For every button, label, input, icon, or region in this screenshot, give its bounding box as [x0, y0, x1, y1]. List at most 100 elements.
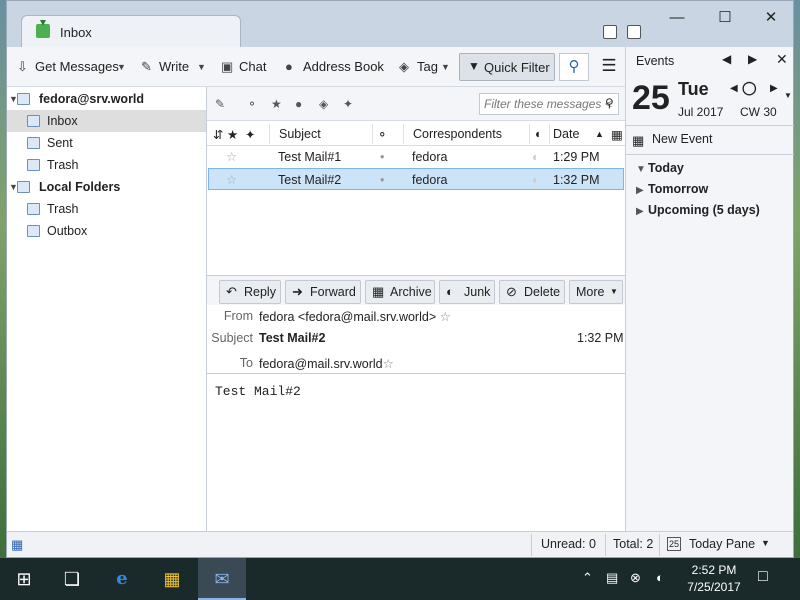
chevron-down-icon[interactable]: ▼ [784, 91, 792, 100]
message-row[interactable]: ☆ Test Mail#2 • fedora ◐ 1:32 PM [208, 168, 624, 190]
previous-icon[interactable]: ◀ [722, 52, 731, 66]
show-hidden-icons[interactable]: ⌃ [582, 570, 593, 586]
folder-outbox[interactable]: Outbox [7, 220, 206, 242]
filter-messages-input[interactable]: Filter these messages < [479, 93, 619, 115]
star-icon[interactable]: ☆ [383, 357, 394, 371]
funnel-icon: ▼ [468, 59, 480, 73]
more-label: More [576, 285, 605, 299]
network-icon[interactable]: ▤ [606, 570, 618, 586]
outbox-icon [27, 225, 40, 237]
clock[interactable]: 2:52 PM 7/25/2017 [682, 562, 746, 596]
download-icon: ⇩ [17, 59, 28, 74]
task-view-button[interactable]: ❏ [48, 558, 96, 600]
delete-icon: ⊘ [506, 284, 517, 299]
star-icon[interactable]: ☆ [226, 169, 237, 191]
folder-inbox[interactable]: Inbox [7, 110, 206, 132]
app-menu-button[interactable]: ☰ [599, 57, 619, 77]
sent-icon [27, 137, 40, 149]
message-date: 1:32 PM [553, 173, 600, 187]
address-book-button[interactable]: ● Address Book [283, 55, 384, 79]
thunderbird-tray-icon[interactable]: ◐ [656, 570, 664, 585]
next-icon[interactable]: ▶ [748, 52, 757, 66]
column-separator [372, 124, 373, 144]
volume-muted-icon[interactable]: ⊗ [630, 570, 641, 586]
new-event-button[interactable]: ▦ New Event [626, 125, 794, 155]
get-messages-button[interactable]: ⇩ Get Messages [15, 55, 119, 79]
column-picker-icon[interactable]: ▦ [611, 127, 623, 142]
today-icon[interactable]: ◯ [742, 80, 757, 96]
subject-column-header[interactable]: Subject [279, 127, 321, 141]
write-button[interactable]: ✎ Write [139, 55, 189, 79]
attachment-column-icon[interactable]: ✦ [245, 127, 255, 142]
star-column-icon[interactable]: ★ [227, 127, 238, 142]
agenda-tomorrow[interactable]: ▶ Tomorrow [636, 182, 708, 196]
folder-local-trash[interactable]: Trash [7, 198, 206, 220]
message-date: 1:29 PM [553, 150, 600, 164]
start-button[interactable]: ⊞ [0, 558, 48, 600]
starred-filter-icon[interactable]: ★ [271, 97, 282, 111]
date-column-header[interactable]: Date [553, 127, 579, 141]
from-value[interactable]: fedora <fedora@mail.srv.world> ☆ [259, 309, 451, 324]
file-explorer-button[interactable]: ▦ [148, 558, 196, 600]
pin-icon[interactable]: ✎ [215, 97, 225, 111]
unread-filter-icon[interactable]: ⚬ [247, 97, 257, 111]
archive-button[interactable]: ▦ Archive [365, 280, 435, 304]
to-address[interactable]: fedora@mail.srv.world [259, 357, 383, 371]
tasks-tab-icon[interactable] [627, 25, 641, 39]
junk-column-icon[interactable]: ◐ [535, 127, 543, 141]
maximize-button[interactable]: ☐ [715, 9, 735, 29]
attachment-filter-icon[interactable]: ✦ [343, 97, 353, 111]
chat-button[interactable]: ▣ Chat [219, 55, 266, 79]
close-pane-icon[interactable]: ✕ [776, 51, 788, 68]
edge-button[interactable]: e [98, 558, 146, 600]
read-status-icon[interactable]: • [380, 169, 384, 191]
title-bar: Inbox — ☐ ✕ [7, 1, 793, 47]
reply-label: Reply [244, 285, 276, 299]
next-day-icon[interactable]: ▶ [770, 83, 778, 94]
message-correspondent: fedora [412, 150, 448, 164]
close-button[interactable]: ✕ [761, 9, 781, 29]
calendar-tab-icon[interactable] [603, 25, 617, 39]
read-column-icon[interactable]: ⚬ [377, 127, 387, 142]
minimize-button[interactable]: — [667, 9, 687, 29]
tag-dropdown[interactable]: ▼ [441, 55, 455, 79]
thread-column-icon[interactable]: ⇵ [213, 127, 223, 142]
forward-button[interactable]: ➜ Forward [285, 280, 361, 304]
search-button[interactable]: ⚲ [559, 53, 589, 81]
correspondents-column-header[interactable]: Correspondents [413, 127, 502, 141]
folder-trash[interactable]: Trash [7, 154, 206, 176]
more-button[interactable]: More ▼ [569, 280, 623, 304]
tag-button[interactable]: ◈ Tag [397, 55, 438, 79]
read-status-icon[interactable]: • [380, 146, 384, 168]
subject-label: Subject [211, 331, 253, 345]
quick-filter-button[interactable]: ▼ Quick Filter [459, 53, 555, 81]
tag-filter-icon[interactable]: ◈ [319, 97, 328, 111]
chevron-right-icon: ▶ [636, 185, 644, 196]
junk-button[interactable]: ◐ Junk [439, 280, 495, 304]
star-icon[interactable]: ☆ [226, 146, 237, 168]
account-local-folders[interactable]: ▼ Local Folders [7, 176, 206, 198]
get-messages-dropdown[interactable]: ▼ [117, 55, 131, 79]
action-center-icon[interactable]: □ [758, 568, 768, 586]
agenda-upcoming[interactable]: ▶ Upcoming (5 days) [636, 203, 760, 217]
account-fedora[interactable]: ▼ fedora@srv.world [7, 88, 206, 110]
to-value[interactable]: fedora@mail.srv.world☆ [259, 356, 394, 371]
connection-icon[interactable]: ▦ [11, 537, 23, 553]
message-row[interactable]: ☆ Test Mail#1 • fedora ◐ 1:29 PM [208, 146, 624, 168]
reply-button[interactable]: ↶ Reply [219, 280, 281, 304]
message-header-toolbar: ↶ Reply ➜ Forward ▦ Archive ◐ Junk ⊘ Delete M… [207, 275, 625, 305]
previous-day-icon[interactable]: ◀ [730, 83, 738, 94]
delete-button[interactable]: ⊘ Delete [499, 280, 565, 304]
thunderbird-taskbar-button[interactable]: ✉ [198, 558, 246, 600]
from-address[interactable]: fedora <fedora@mail.srv.world> [259, 310, 436, 324]
star-icon[interactable]: ☆ [440, 310, 451, 324]
agenda-today[interactable]: ▼ Today [636, 161, 684, 175]
today-pane-toggle[interactable]: 25 Today Pane ▼ [667, 536, 773, 554]
junk-status-icon[interactable]: ◐ [532, 146, 540, 168]
message-subject: Test Mail#2 [278, 173, 342, 187]
tab-inbox[interactable]: Inbox [21, 15, 241, 47]
folder-sent[interactable]: Sent [7, 132, 206, 154]
contact-filter-icon[interactable]: ● [295, 97, 302, 111]
junk-status-icon[interactable]: ◐ [532, 169, 540, 191]
write-dropdown[interactable]: ▼ [197, 55, 211, 79]
